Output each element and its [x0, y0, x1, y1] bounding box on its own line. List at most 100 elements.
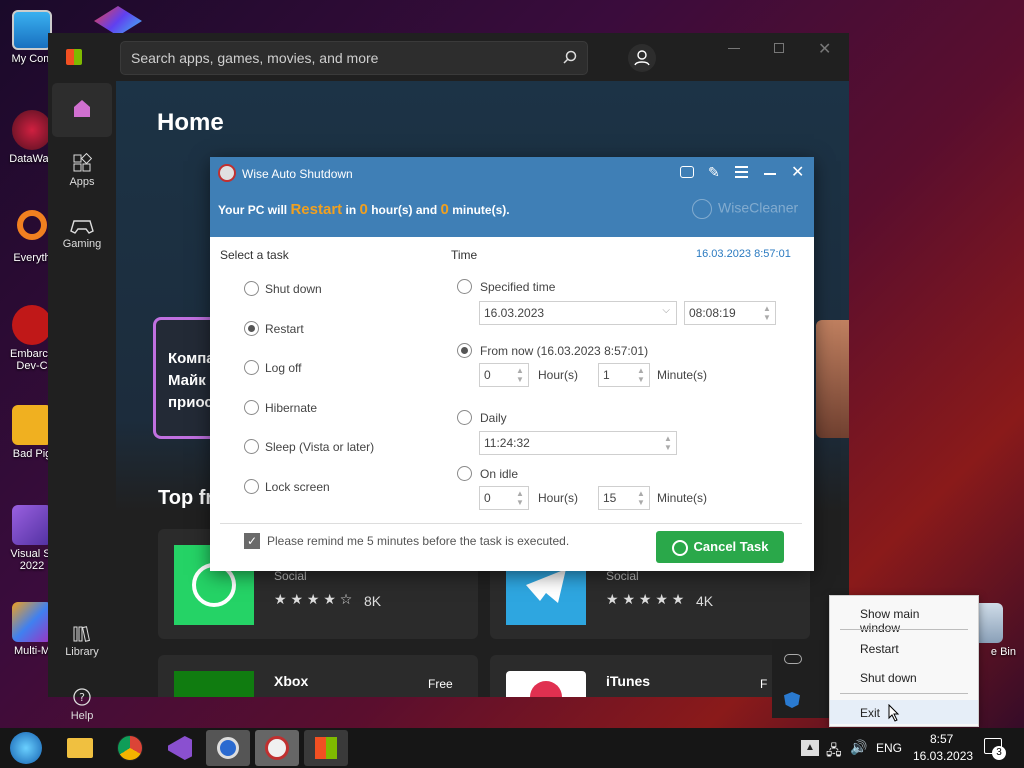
pig-icon [12, 405, 52, 445]
spinner-icon[interactable]: ▲ ▼ [636, 489, 646, 507]
spinner-icon[interactable]: ▲ ▼ [515, 366, 525, 384]
task-label-sleep: Sleep (Vista or later) [265, 440, 375, 454]
brand-name: WiseCleaner [718, 199, 799, 216]
nav-gaming[interactable]: Gaming [50, 217, 114, 250]
minimize-icon[interactable] [728, 48, 740, 49]
nav-help-label: Help [70, 710, 94, 722]
card-category: Social [274, 569, 307, 583]
task-label-hibernate: Hibernate [265, 401, 318, 415]
time-radio-specified[interactable] [457, 279, 472, 294]
wise-auto-shutdown-dialog: Wise Auto Shutdown ✎ ✕ Your PC will Rest… [210, 157, 814, 571]
taskbar-app-blue[interactable] [206, 730, 250, 766]
divider [220, 523, 802, 524]
clock-time[interactable]: 8:57 [930, 732, 953, 746]
search-placeholder: Search apps, games, movies, and more [131, 50, 379, 66]
spinner-icon[interactable]: ▲ ▼ [515, 489, 525, 507]
daily-time-input[interactable]: 11:24:32 ▲ ▼ [479, 431, 677, 455]
store-search-input[interactable]: Search apps, games, movies, and more [120, 41, 588, 75]
start-button[interactable] [4, 730, 48, 766]
promo-banner-right[interactable] [816, 320, 849, 438]
nav-library[interactable]: Library [50, 625, 114, 658]
task-radio-sleep[interactable] [244, 439, 259, 454]
time-radio-on-idle[interactable] [457, 466, 472, 481]
task-radio-lockscreen[interactable] [244, 479, 259, 494]
section-title: Top fr [158, 487, 214, 509]
page-title: Home [157, 109, 224, 136]
status-prefix: Your PC will [218, 203, 288, 217]
maximize-icon[interactable] [774, 43, 784, 53]
top-app-icon[interactable] [94, 6, 142, 36]
task-radio-shutdown[interactable] [244, 281, 259, 296]
menu-item-shutdown[interactable]: Shut down [830, 665, 978, 689]
home-icon [74, 100, 90, 117]
specified-date-picker[interactable]: 16.03.2023 ⌵ [479, 301, 677, 325]
idle-minutes-input[interactable]: 15 ▲ ▼ [598, 486, 650, 510]
magnifier-icon [17, 210, 47, 240]
specified-time-label: Specified time [480, 280, 556, 294]
spinner-icon[interactable]: ▲ ▼ [762, 304, 772, 322]
status-line: Your PC will Restart in 0 hour(s) and 0 … [218, 201, 510, 218]
time-radio-daily[interactable] [457, 410, 472, 425]
dialog-close-icon[interactable]: ✕ [791, 162, 804, 182]
task-radio-restart[interactable] [244, 321, 259, 336]
from-now-minutes-value: 1 [603, 368, 610, 382]
daily-label: Daily [480, 411, 507, 425]
taskbar-store[interactable] [304, 730, 348, 766]
volume-icon[interactable]: 🔊 [850, 739, 867, 756]
status-in: in [345, 203, 357, 217]
dialog-minimize-icon[interactable] [764, 173, 776, 175]
task-radio-hibernate[interactable] [244, 400, 259, 415]
menu-item-restart[interactable]: Restart [830, 636, 978, 660]
specified-time-value: 08:08:19 [689, 306, 736, 320]
task-label-logoff: Log off [265, 361, 302, 375]
mouse-cursor-icon [888, 703, 900, 722]
card-rating-count: 8K [364, 593, 382, 609]
show-hidden-icons[interactable]: ▲ [801, 740, 819, 756]
idle-hours-input[interactable]: 0 ▲ ▼ [479, 486, 529, 510]
network-icon[interactable]: 🖧 [826, 740, 842, 764]
nav-home[interactable] [52, 83, 112, 137]
account-icon[interactable] [628, 44, 656, 72]
menu-item-show-main-window[interactable]: Show main window [830, 601, 978, 635]
menu-item-exit[interactable]: Exit [830, 700, 978, 724]
card-name: iTunes [606, 673, 651, 689]
feedback-icon[interactable] [680, 166, 694, 178]
cancel-task-button[interactable]: Cancel Task [656, 531, 784, 563]
store-sidebar: Apps Gaming Library ? Help [48, 81, 116, 722]
specified-time-input[interactable]: 08:08:19 ▲ ▼ [684, 301, 776, 325]
from-now-minutes-input[interactable]: 1 ▲ ▼ [598, 363, 650, 387]
time-radio-from-now[interactable] [457, 343, 472, 358]
taskbar-wise-auto-shutdown[interactable] [255, 730, 299, 766]
app-card-xbox[interactable]: Xbox Free [158, 655, 478, 697]
spinner-icon[interactable]: ▲ ▼ [663, 434, 673, 452]
tray-context-menu: Show main window Restart Shut down Exit [829, 595, 979, 727]
clock-date[interactable]: 16.03.2023 [913, 749, 973, 763]
chevron-down-icon: ⌵ [662, 305, 670, 316]
dialog-header: Wise Auto Shutdown ✎ ✕ Your PC will Rest… [210, 157, 814, 237]
search-icon[interactable] [563, 50, 577, 64]
chrome-icon [117, 735, 143, 761]
close-icon[interactable]: ✕ [818, 39, 831, 59]
nav-apps[interactable]: Apps [50, 152, 114, 188]
language-indicator[interactable]: ENG [876, 741, 902, 755]
nav-help[interactable]: ? Help [50, 687, 114, 722]
xbox-icon [174, 671, 254, 697]
nav-apps-label: Apps [69, 176, 95, 188]
cloud-off-icon[interactable] [784, 654, 802, 664]
edit-icon[interactable]: ✎ [708, 164, 720, 181]
from-now-hours-input[interactable]: 0 ▲ ▼ [479, 363, 529, 387]
remind-checkbox[interactable]: ✓ [244, 533, 260, 549]
task-radio-logoff[interactable] [244, 360, 259, 375]
menu-icon[interactable] [735, 166, 748, 178]
spinner-icon[interactable]: ▲ ▼ [636, 366, 646, 384]
taskbar-visual-studio[interactable] [158, 730, 202, 766]
idle-minutes-unit: Minute(s) [657, 491, 708, 505]
app-card-itunes[interactable]: iTunes F [490, 655, 810, 697]
shield-warning-icon[interactable] [784, 692, 800, 708]
multi-monitor-icon [12, 602, 52, 642]
svg-text:?: ? [79, 691, 85, 704]
specified-date-value: 16.03.2023 [484, 306, 545, 320]
alarm-clock-icon [671, 539, 688, 556]
taskbar-chrome[interactable] [108, 730, 152, 766]
taskbar-explorer[interactable] [58, 730, 102, 766]
